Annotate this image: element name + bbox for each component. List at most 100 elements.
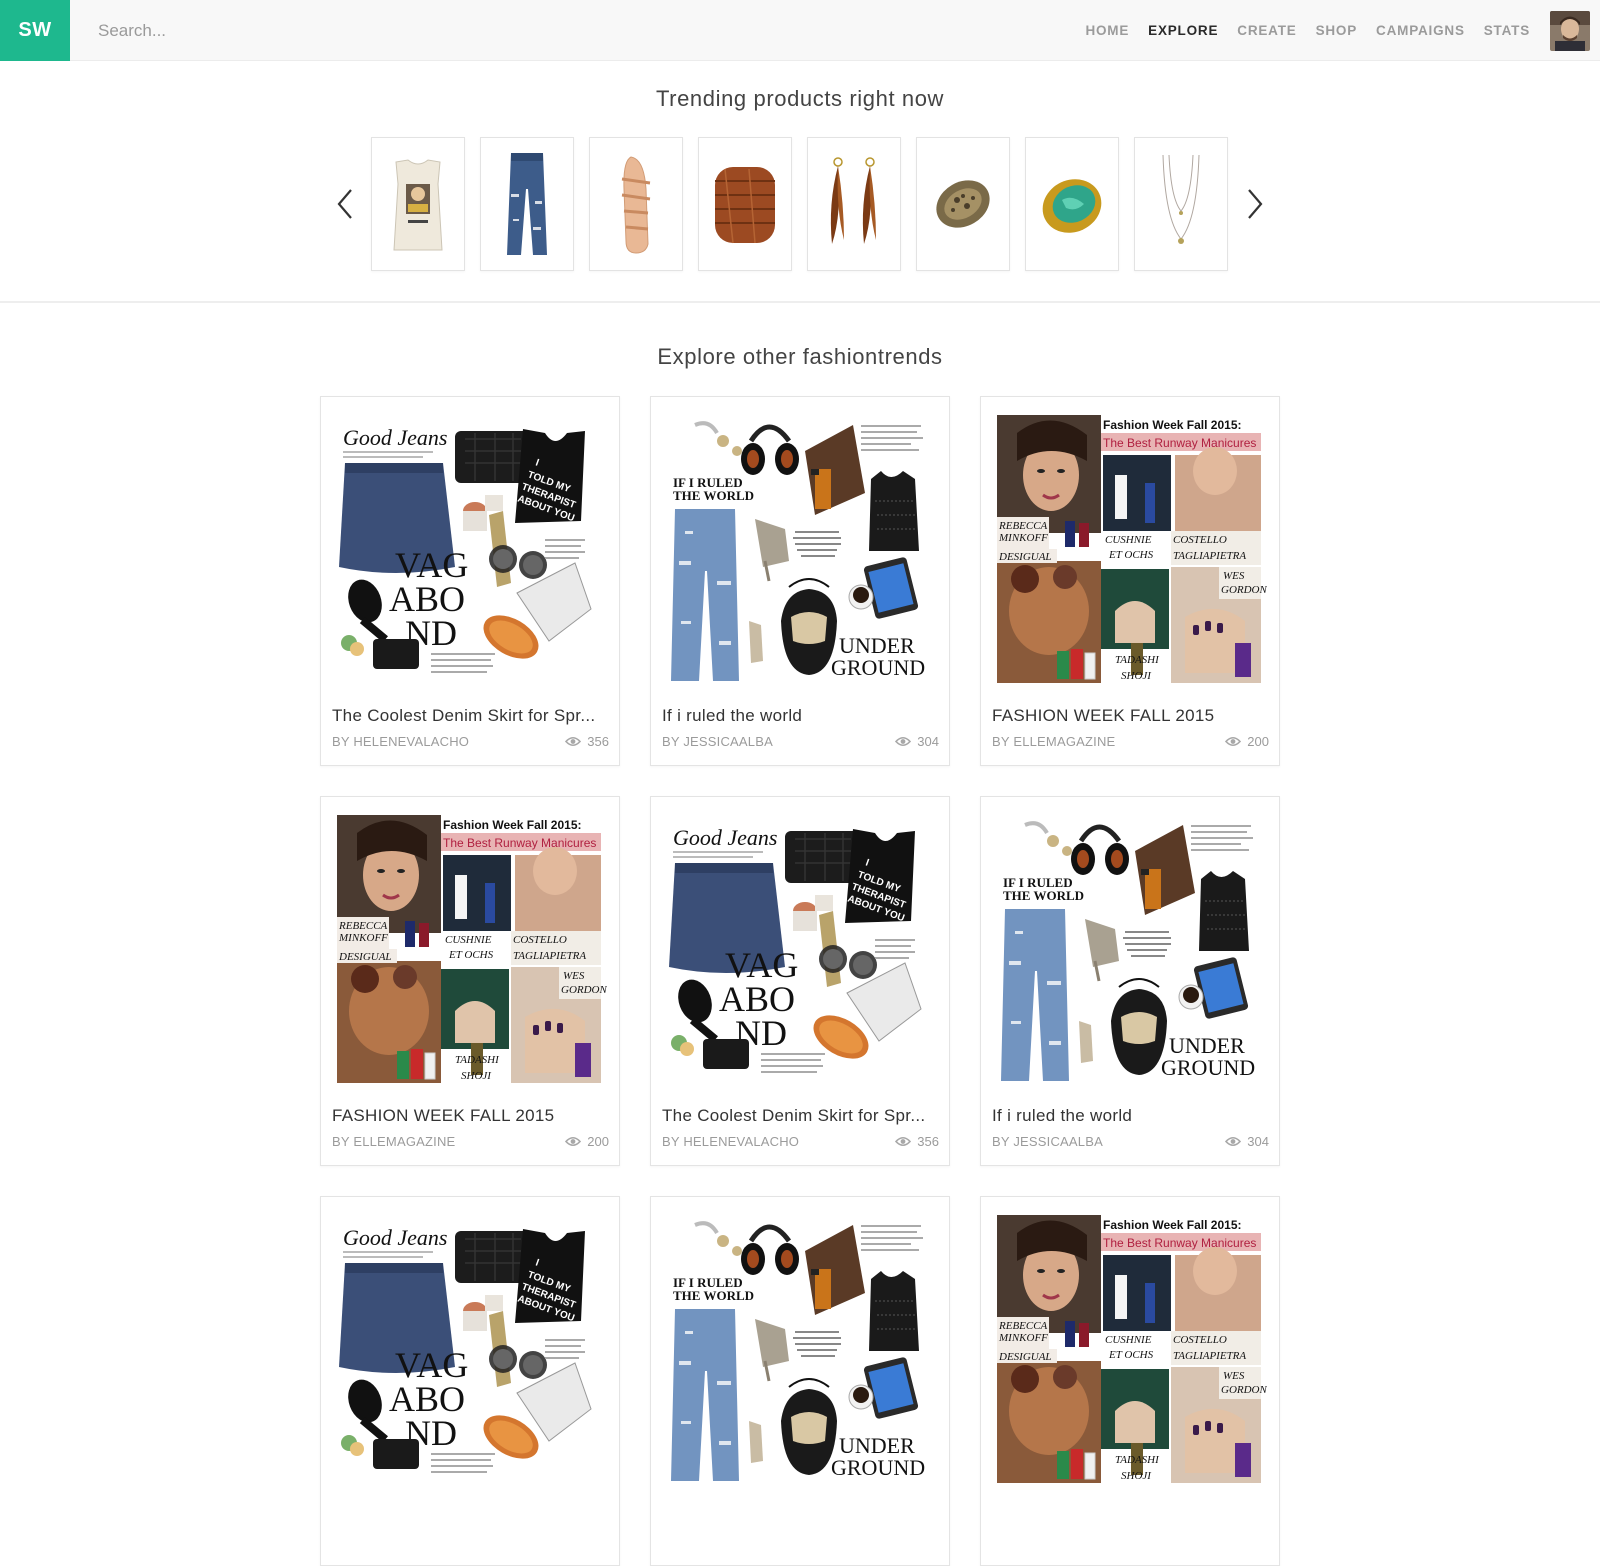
card-author[interactable]: BY JESSICAALBA (662, 734, 773, 749)
nav-stats[interactable]: STATS (1484, 23, 1530, 38)
product-thumb-feather-earrings[interactable] (807, 137, 901, 271)
product-thumb-ripped-jeans[interactable] (480, 137, 574, 271)
nav-create[interactable]: CREATE (1237, 23, 1296, 38)
trend-card[interactable]: IF I RULED THE WORLD UNDER GROUND (650, 1196, 950, 1566)
svg-text:MINKOFF: MINKOFF (998, 1332, 1048, 1344)
card-collage: Fashion Week Fall 2015: The Best Runway … (335, 811, 607, 1087)
nav-explore[interactable]: EXPLORE (1148, 23, 1218, 38)
trend-card[interactable]: IF I RULED THE WORLD UNDER GROUND If i r… (980, 796, 1280, 1166)
svg-text:Fashion Week Fall 2015:: Fashion Week Fall 2015: (443, 818, 582, 832)
svg-text:The Best Runway Manicures: The Best Runway Manicures (1103, 436, 1256, 450)
collage-image: IF I RULED THE WORLD UNDER GROUND (665, 411, 937, 687)
svg-text:CUSHNIE: CUSHNIE (445, 934, 492, 946)
svg-text:TAGLIAPIETRA: TAGLIAPIETRA (1173, 1350, 1246, 1362)
section-divider (0, 301, 1600, 303)
card-title: FASHION WEEK FALL 2015 (332, 1106, 555, 1125)
collage-image: Good Jeans I TOLD MY THERAPIST ABOUT YOU… (665, 811, 937, 1087)
collage-image: IF I RULED THE WORLD UNDER GROUND (995, 811, 1267, 1087)
svg-text:REBECCA: REBECCA (338, 920, 388, 932)
svg-text:Fashion Week Fall 2015:: Fashion Week Fall 2015: (1103, 418, 1242, 432)
svg-text:TADASHI: TADASHI (455, 1054, 500, 1066)
svg-text:COSTELLO: COSTELLO (513, 934, 567, 946)
svg-text:GROUND: GROUND (831, 655, 925, 680)
svg-text:TADASHI: TADASHI (1115, 1454, 1160, 1466)
svg-text:SHOJI: SHOJI (1121, 1470, 1152, 1482)
view-count: 200 (1247, 734, 1269, 749)
svg-text:Good Jeans: Good Jeans (343, 1225, 447, 1250)
top-bar: SW HOME EXPLORE CREATE SHOP CAMPAIGNS STATS (0, 0, 1600, 61)
card-collage: Fashion Week Fall 2015: The Best Runway … (995, 1211, 1267, 1487)
card-title: If i ruled the world (992, 1106, 1133, 1125)
product-thumb-leather-wrap-bracelet[interactable] (698, 137, 792, 271)
svg-text:SHOJI: SHOJI (1121, 670, 1152, 682)
eye-icon (565, 1136, 582, 1147)
svg-text:TAGLIAPIETRA: TAGLIAPIETRA (513, 950, 586, 962)
card-collage: Fashion Week Fall 2015: The Best Runway … (995, 411, 1267, 687)
svg-text:The Best Runway Manicures: The Best Runway Manicures (1103, 1236, 1256, 1250)
nav-campaigns[interactable]: CAMPAIGNS (1376, 23, 1465, 38)
svg-text:GORDON: GORDON (561, 984, 607, 996)
trending-products (371, 137, 1243, 271)
svg-text:WES: WES (563, 970, 585, 982)
view-count: 304 (1247, 1134, 1269, 1149)
product-thumb-layered-necklace[interactable] (1134, 137, 1228, 271)
svg-text:GORDON: GORDON (1221, 584, 1267, 596)
chevron-right-icon[interactable] (1239, 186, 1269, 222)
nav-shop[interactable]: SHOP (1316, 23, 1357, 38)
trending-title: Trending products right now (655, 86, 945, 111)
trend-card[interactable]: Fashion Week Fall 2015: The Best Runway … (980, 1196, 1280, 1566)
svg-text:REBECCA: REBECCA (998, 1320, 1048, 1332)
svg-text:CUSHNIE: CUSHNIE (1105, 1334, 1152, 1346)
card-author[interactable]: BY ELLEMAGAZINE (992, 734, 1115, 749)
svg-text:GROUND: GROUND (1161, 1055, 1255, 1080)
view-count: 356 (587, 734, 609, 749)
product-thumb-filigree-ring[interactable] (916, 137, 1010, 271)
card-author[interactable]: BY ELLEMAGAZINE (332, 1134, 455, 1149)
card-title: If i ruled the world (662, 706, 803, 725)
user-avatar[interactable] (1550, 11, 1590, 51)
svg-text:COSTELLO: COSTELLO (1173, 1334, 1227, 1346)
search-input[interactable] (84, 14, 584, 48)
svg-text:ET OCHS: ET OCHS (1108, 549, 1154, 561)
svg-text:Good Jeans: Good Jeans (673, 825, 777, 850)
collage-image: Good Jeans I TOLD MY THERAPIST ABOUT YOU… (335, 1211, 607, 1487)
trend-card[interactable]: Good Jeans I TOLD MY THERAPIST ABOUT YOU… (650, 796, 950, 1166)
svg-text:DESIGUAL: DESIGUAL (338, 951, 392, 963)
trend-card[interactable]: Fashion Week Fall 2015: The Best Runway … (980, 396, 1280, 766)
view-count: 304 (917, 734, 939, 749)
card-author[interactable]: BY HELENEVALACHO (332, 734, 469, 749)
svg-text:THE WORLD: THE WORLD (673, 1288, 754, 1303)
card-views: 356 (565, 734, 609, 749)
card-collage: Good Jeans I TOLD MY THERAPIST ABOUT YOU… (335, 1211, 607, 1487)
eye-icon (565, 736, 582, 747)
chevron-left-icon[interactable] (331, 186, 361, 222)
product-thumb-green-stone-ring[interactable] (1025, 137, 1119, 271)
collage-image: Fashion Week Fall 2015: The Best Runway … (335, 811, 607, 1087)
card-views: 200 (565, 1134, 609, 1149)
trend-card[interactable]: Good Jeans I TOLD MY THERAPIST ABOUT YOU… (320, 1196, 620, 1566)
card-author[interactable]: BY JESSICAALBA (992, 1134, 1103, 1149)
collage-image: IF I RULED THE WORLD UNDER GROUND (665, 1211, 937, 1487)
svg-text:WES: WES (1223, 570, 1245, 582)
trend-card[interactable]: IF I RULED THE WORLD UNDER GROUND If i r… (650, 396, 950, 766)
trend-card[interactable]: Fashion Week Fall 2015: The Best Runway … (320, 796, 620, 1166)
svg-text:THE WORLD: THE WORLD (1003, 888, 1084, 903)
collage-image: Good Jeans I TOLD MY THERAPIST ABOUT YOU… (335, 411, 607, 687)
product-thumb-strappy-sandal[interactable] (589, 137, 683, 271)
eye-icon (895, 1136, 912, 1147)
nav-home[interactable]: HOME (1085, 23, 1129, 38)
card-author[interactable]: BY HELENEVALACHO (662, 1134, 799, 1149)
collage-image: Fashion Week Fall 2015: The Best Runway … (995, 411, 1267, 687)
svg-text:ET OCHS: ET OCHS (448, 949, 494, 961)
card-views: 304 (1225, 1134, 1269, 1149)
card-title: FASHION WEEK FALL 2015 (992, 706, 1215, 725)
card-collage: Good Jeans I TOLD MY THERAPIST ABOUT YOU… (335, 411, 607, 687)
svg-text:Good Jeans: Good Jeans (343, 425, 447, 450)
svg-text:TAGLIAPIETRA: TAGLIAPIETRA (1173, 550, 1246, 562)
logo[interactable]: SW (0, 0, 70, 61)
card-collage: IF I RULED THE WORLD UNDER GROUND (995, 811, 1267, 1087)
svg-text:MINKOFF: MINKOFF (998, 532, 1048, 544)
product-thumb-graphic-tank-top[interactable] (371, 137, 465, 271)
trend-card[interactable]: Good Jeans I TOLD MY THERAPIST ABOUT YOU… (320, 396, 620, 766)
svg-text:ET OCHS: ET OCHS (1108, 1349, 1154, 1361)
